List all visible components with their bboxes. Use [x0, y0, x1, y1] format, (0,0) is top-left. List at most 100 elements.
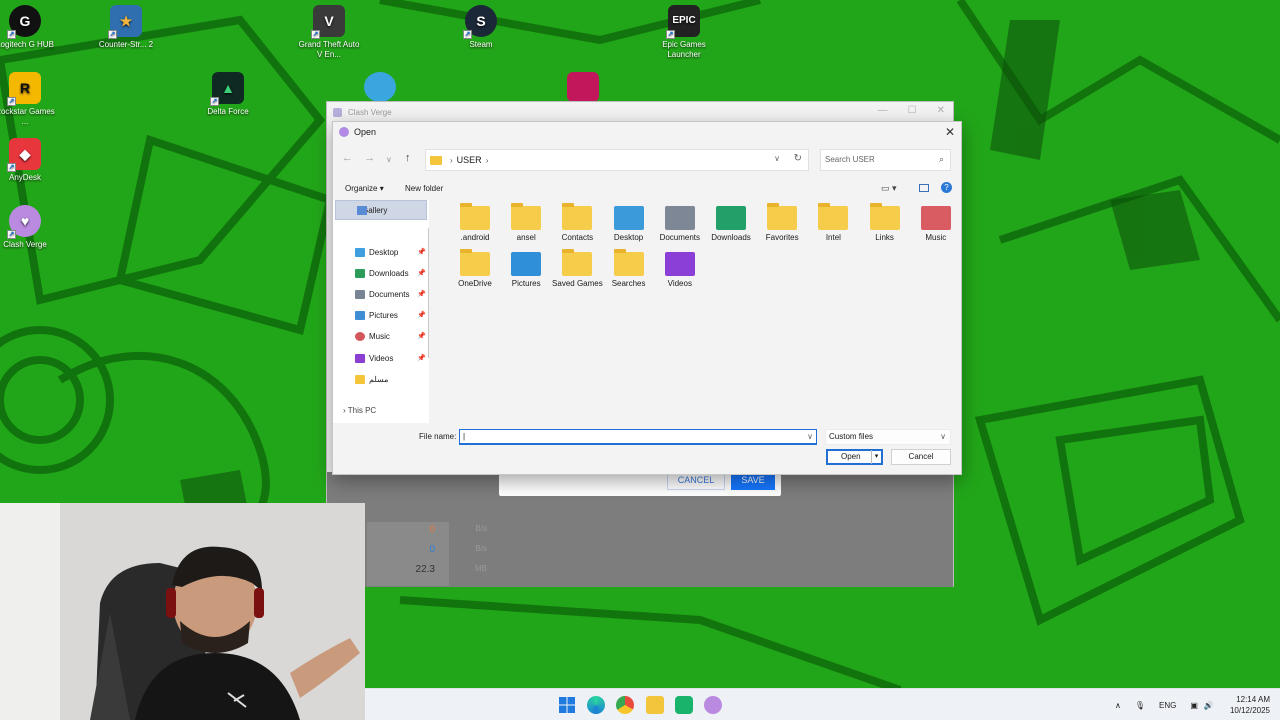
- desktop-icon-gta-v[interactable]: V ↗ Grand Theft Auto V En...: [297, 5, 361, 60]
- file-name-input[interactable]: | ∨: [459, 429, 817, 445]
- file-item[interactable]: Contacts: [551, 203, 603, 243]
- documents-icon: [355, 289, 365, 299]
- nav-item-pictures[interactable]: Pictures 📌: [355, 307, 426, 323]
- minimize-icon[interactable]: —: [878, 105, 888, 116]
- preview-pane-icon[interactable]: [919, 184, 929, 192]
- chrome-icon[interactable]: [616, 696, 634, 714]
- microphone-icon[interactable]: 🎙: [1135, 701, 1145, 710]
- navigation-pane[interactable]: Gallery Desktop 📌 Downloads 📌 Documents …: [333, 200, 429, 423]
- file-item-label: Favorites: [765, 233, 799, 242]
- pin-icon: 📌: [417, 291, 426, 298]
- file-item[interactable]: .android: [449, 203, 501, 243]
- desktop-icon-clash-verge[interactable]: ♥ ↗ Clash Verge: [0, 205, 57, 250]
- xbox-app-icon[interactable]: [675, 696, 693, 714]
- pin-icon: 📌: [417, 312, 426, 319]
- desktop-icon-steam[interactable]: S ↗ Steam: [449, 5, 513, 50]
- file-item[interactable]: Documents: [654, 206, 706, 243]
- nav-item-desktop[interactable]: Desktop 📌: [355, 244, 426, 260]
- maximize-icon[interactable]: ☐: [908, 105, 917, 116]
- tray-overflow-icon[interactable]: ∧: [1115, 701, 1121, 710]
- file-name-label: File name:: [419, 432, 457, 441]
- desktop-icon-partial-2[interactable]: [567, 72, 599, 102]
- open-button[interactable]: Open ▾: [826, 449, 883, 465]
- dialog-title: Open: [354, 127, 377, 137]
- clock-time: 12:14 AM: [1236, 695, 1270, 704]
- download-speed-unit: B/s: [475, 544, 487, 553]
- folder-icon: [460, 203, 490, 230]
- cancel-button[interactable]: Cancel: [891, 449, 951, 465]
- file-item[interactable]: ansel: [500, 203, 552, 243]
- edge-icon[interactable]: [587, 696, 605, 714]
- file-item[interactable]: Music: [910, 206, 962, 243]
- file-type-select[interactable]: Custom files ∨: [825, 429, 951, 445]
- file-item[interactable]: Videos: [654, 252, 706, 289]
- nav-item-downloads[interactable]: Downloads 📌: [355, 265, 426, 281]
- nav-item-gallery[interactable]: Gallery: [335, 200, 427, 220]
- file-item-label: Intel: [825, 233, 841, 242]
- file-item[interactable]: Links: [859, 203, 911, 243]
- file-item[interactable]: Pictures: [500, 252, 552, 289]
- recent-chevron-icon[interactable]: ∨: [386, 155, 392, 164]
- view-options-icon[interactable]: ▭ ▾: [881, 183, 897, 194]
- file-item[interactable]: OneDrive: [449, 249, 501, 289]
- gta-v-icon: V ↗: [311, 5, 345, 39]
- file-item-label: Downloads: [711, 233, 751, 242]
- address-bar[interactable]: › USER › ∨ ↻: [425, 149, 809, 171]
- file-name-dropdown-icon[interactable]: ∨: [807, 430, 813, 443]
- start-button[interactable]: [558, 696, 576, 714]
- file-item[interactable]: Desktop: [603, 206, 655, 243]
- open-split-dropdown-icon[interactable]: ▾: [871, 450, 881, 464]
- desktop-icon-partial-1[interactable]: [364, 72, 396, 102]
- address-dropdown-icon[interactable]: ∨: [774, 154, 780, 163]
- desktop-icon-delta-force[interactable]: ▲ ↗ Delta Force: [196, 72, 260, 117]
- traffic-stats: 0 B/s 0 B/s 22.3 MB: [367, 524, 487, 584]
- organize-menu[interactable]: Organize ▾: [345, 184, 384, 193]
- nav-item-videos[interactable]: Videos 📌: [355, 350, 426, 366]
- rockstar-icon: R ↗: [7, 72, 41, 106]
- file-item[interactable]: Searches: [603, 249, 655, 289]
- counter-strike-icon: ★ ↗: [108, 5, 142, 39]
- steam-icon: S ↗: [463, 5, 497, 39]
- download-speed-value: 0: [429, 544, 435, 555]
- nav-item-music[interactable]: Music 📌: [355, 328, 426, 344]
- desktop-icon-anydesk[interactable]: ◆ ↗ AnyDesk: [0, 138, 57, 183]
- breadcrumb-chevron-icon: ›: [450, 155, 453, 165]
- file-item-label: .android: [460, 233, 490, 242]
- file-explorer-icon[interactable]: [646, 696, 664, 714]
- nav-item-folder[interactable]: مسلم: [355, 371, 388, 387]
- close-icon[interactable]: ✕: [937, 105, 945, 116]
- new-folder-button[interactable]: New folder: [405, 184, 443, 193]
- file-item[interactable]: Favorites: [756, 203, 808, 243]
- refresh-icon[interactable]: ↻: [794, 153, 802, 164]
- desktop-icon-counter-strike[interactable]: ★ ↗ Counter-Str... 2: [94, 5, 158, 50]
- back-arrow-icon[interactable]: ←: [342, 152, 353, 164]
- up-arrow-icon[interactable]: ↑: [405, 152, 411, 164]
- desktop-icon-logitech[interactable]: G ↗ Logitech G HUB: [0, 5, 57, 50]
- volume-icon[interactable]: 🔊: [1204, 701, 1214, 710]
- clash-verge-taskbar-icon[interactable]: [704, 696, 722, 714]
- clock[interactable]: 12:14 AM 10/12/2025: [1220, 694, 1270, 716]
- language-indicator[interactable]: ENG: [1159, 701, 1176, 710]
- desktop-folder-icon: [613, 206, 644, 230]
- breadcrumb-user[interactable]: USER: [457, 155, 482, 165]
- nav-item-this-pc[interactable]: › This PC: [343, 406, 376, 415]
- file-item[interactable]: Intel: [807, 203, 859, 243]
- desktop-icon-epic-games[interactable]: EPIC ↗ Epic Games Launcher: [652, 5, 716, 60]
- help-icon[interactable]: ?: [941, 182, 952, 193]
- nav-scrollbar[interactable]: [428, 228, 429, 358]
- videos-icon: [355, 353, 365, 363]
- close-icon[interactable]: ✕: [945, 125, 955, 139]
- file-item[interactable]: Downloads: [705, 206, 757, 243]
- search-input[interactable]: Search USER ⌕: [820, 149, 951, 171]
- clash-verge-app-icon: [339, 127, 349, 137]
- nav-item-documents[interactable]: Documents 📌: [355, 286, 426, 302]
- open-file-dialog[interactable]: Open ✕ ← → ∨ ↑ › USER › ∨ ↻ Search USER …: [332, 121, 962, 475]
- file-item[interactable]: Saved Games: [551, 249, 603, 289]
- pictures-folder-icon: [511, 252, 542, 276]
- desktop-icon-rockstar[interactable]: R ↗ Rockstar Games ...: [0, 72, 57, 127]
- webcam-overlay: [0, 503, 365, 720]
- network-icon[interactable]: ▣: [1190, 701, 1198, 710]
- file-item-label: Contacts: [561, 233, 594, 242]
- forward-arrow-icon[interactable]: →: [364, 152, 375, 164]
- file-list[interactable]: .android ansel Contacts Desktop Documents Dow…: [449, 203, 957, 426]
